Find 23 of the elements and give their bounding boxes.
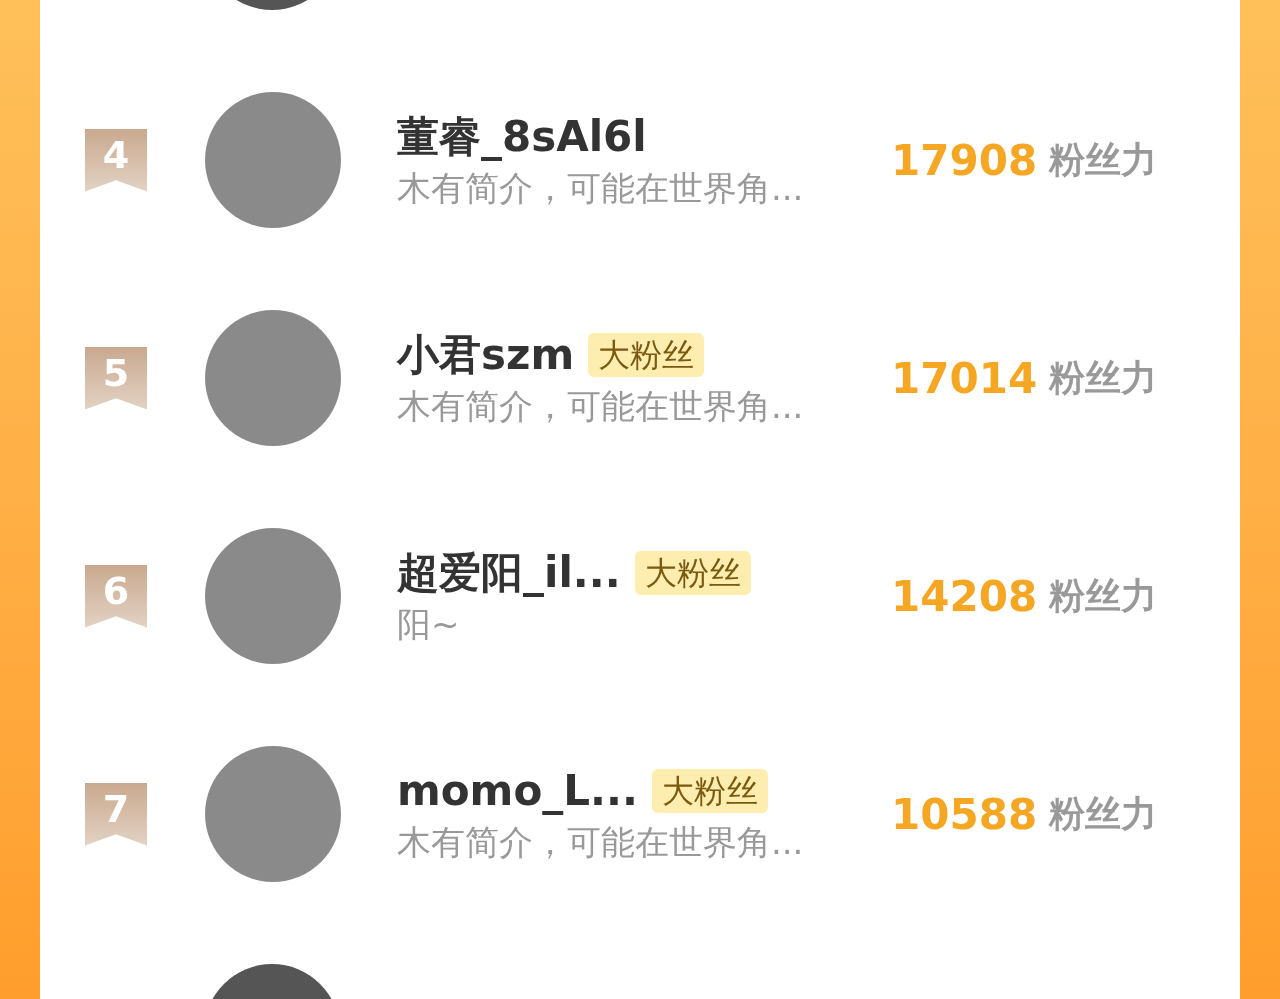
fan-level-tag: 大粉丝 xyxy=(588,333,705,377)
user-name[interactable]: 董睿_8sAl6l xyxy=(397,110,647,164)
score-unit: 粉丝力 xyxy=(1049,356,1158,400)
user-bio: 木有简介，可能在世界角... xyxy=(397,167,805,210)
rank-ribbon: 7 xyxy=(85,782,147,846)
fan-level-tag: 大粉丝 xyxy=(651,769,768,813)
score-unit: 粉丝力 xyxy=(1049,574,1158,618)
fan-score: 17908 xyxy=(891,134,1038,187)
fan-score: 10588 xyxy=(891,788,1038,841)
rank-ribbon: 5 xyxy=(85,346,147,410)
user-bio: 木有简介，可能在世界角... xyxy=(397,385,805,428)
user-name[interactable]: 超爱阳_il... xyxy=(397,546,621,600)
score-unit: 粉丝力 xyxy=(1049,792,1158,836)
user-name[interactable]: 小君szm xyxy=(397,328,575,382)
user-bio: 木有简介，可能在世界角... xyxy=(397,821,805,864)
fan-level-tag: 大粉丝 xyxy=(634,551,751,595)
rank-ribbon: 4 xyxy=(85,128,147,192)
rank-ribbon: 6 xyxy=(85,564,147,628)
user-bio: 阳~ xyxy=(397,603,461,646)
fan-score: 14208 xyxy=(891,570,1038,623)
user-name[interactable]: momo_L... xyxy=(397,764,638,818)
fan-score: 17014 xyxy=(891,352,1038,405)
score-unit: 粉丝力 xyxy=(1049,138,1158,182)
